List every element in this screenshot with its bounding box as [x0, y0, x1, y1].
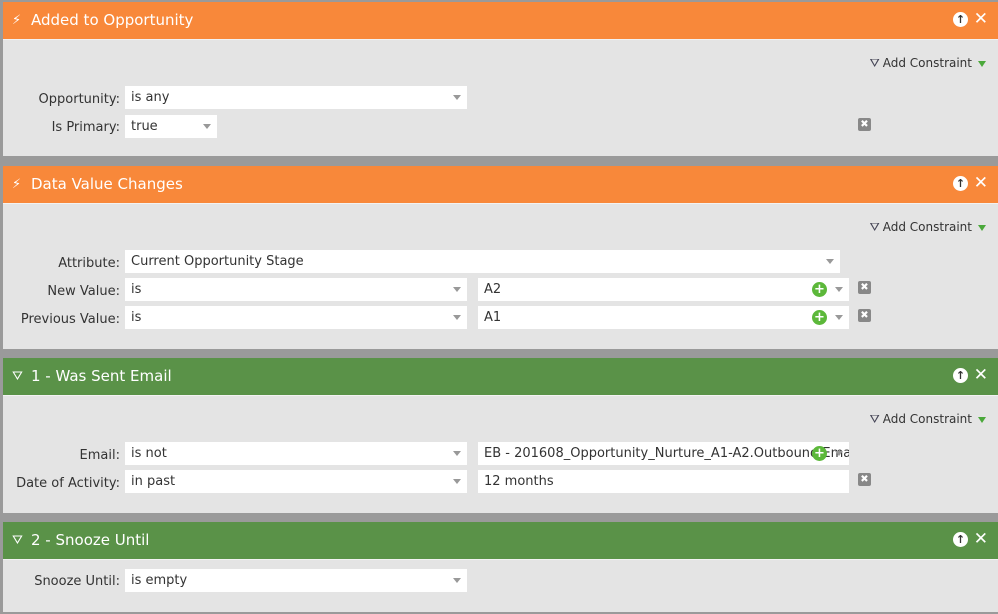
add-constraint-label: Add Constraint	[882, 220, 972, 234]
date-of-activity-select[interactable]: in past	[125, 470, 467, 493]
previous-value-input[interactable]: A1 +	[478, 306, 849, 329]
attribute-select[interactable]: Current Opportunity Stage	[125, 250, 840, 273]
remove-constraint-icon[interactable]: ✖	[858, 118, 871, 131]
add-constraint-button[interactable]: ⛛ Add Constraint	[870, 220, 986, 235]
panel-header: ⚡ Data Value Changes ↑ ✕	[3, 166, 998, 203]
filter-snooze-until: ⛛ 2 - Snooze Until ↑ ✕ Snooze Until: is …	[3, 522, 998, 614]
panel-title: 2 - Snooze Until	[31, 531, 150, 549]
field-label: New Value:	[47, 284, 120, 299]
lightning-bolt-icon: ⚡	[12, 13, 22, 28]
dropdown-arrow-icon	[978, 61, 986, 67]
funnel-icon: ⛛	[12, 533, 23, 548]
field-label: Date of Activity:	[16, 476, 120, 491]
field-label: Email:	[79, 448, 120, 463]
remove-constraint-icon[interactable]: ✖	[858, 281, 871, 294]
add-value-icon[interactable]: +	[812, 446, 827, 461]
panel-header: ⚡ Added to Opportunity ↑ ✕	[3, 2, 998, 39]
snooze-until-select[interactable]: is empty	[125, 569, 467, 592]
panel-body: ⛛ Add Constraint Opportunity: is any Is P…	[3, 39, 998, 156]
move-up-icon[interactable]: ↑	[953, 368, 968, 383]
funnel-icon: ⛛	[869, 220, 880, 234]
filter-was-sent-email: ⛛ 1 - Was Sent Email ↑ ✕ ⛛ Add Constraint…	[3, 358, 998, 513]
select-value: is any	[131, 90, 170, 105]
panel-header: ⛛ 2 - Snooze Until ↑ ✕	[3, 522, 998, 559]
field-label: Previous Value:	[20, 312, 120, 327]
add-value-icon[interactable]: +	[812, 282, 827, 297]
input-value: A1	[484, 310, 502, 325]
input-value: A2	[484, 282, 502, 297]
panel-body: ⛛ Add Constraint Attribute: Current Oppor…	[3, 203, 998, 349]
select-value: in past	[131, 474, 176, 489]
opportunity-select[interactable]: is any	[125, 86, 467, 109]
funnel-icon: ⛛	[869, 412, 880, 426]
move-up-icon[interactable]: ↑	[953, 532, 968, 547]
email-input[interactable]: EB - 201608_Opportunity_Nurture_A1-A2.Ou…	[478, 442, 849, 465]
dropdown-arrow-icon	[978, 225, 986, 231]
field-label: Attribute:	[58, 256, 120, 271]
trigger-added-to-opportunity: ⚡ Added to Opportunity ↑ ✕ ⛛ Add Constrai…	[3, 2, 998, 156]
panel-title: 1 - Was Sent Email	[31, 367, 172, 385]
date-of-activity-input[interactable]: 12 months	[478, 470, 849, 493]
close-icon[interactable]: ✕	[974, 9, 988, 29]
select-value: is	[131, 310, 142, 325]
add-constraint-button[interactable]: ⛛ Add Constraint	[870, 56, 986, 71]
funnel-icon: ⛛	[869, 56, 880, 70]
input-value: EB - 201608_Opportunity_Nurture_A1-A2.Ou…	[484, 446, 849, 461]
close-icon[interactable]: ✕	[974, 173, 988, 193]
new-value-input[interactable]: A2 +	[478, 278, 849, 301]
email-operator-select[interactable]: is not	[125, 442, 467, 465]
field-label: Is Primary:	[51, 120, 120, 135]
add-constraint-label: Add Constraint	[882, 56, 972, 70]
add-constraint-button[interactable]: ⛛ Add Constraint	[870, 412, 986, 427]
field-label: Snooze Until:	[34, 574, 120, 589]
select-value: is	[131, 282, 142, 297]
dropdown-arrow-icon	[978, 417, 986, 423]
field-label: Opportunity:	[38, 92, 120, 107]
panel-title: Added to Opportunity	[31, 11, 194, 29]
select-value: is not	[131, 446, 167, 461]
funnel-icon: ⛛	[12, 369, 23, 384]
lightning-bolt-icon: ⚡	[12, 177, 22, 192]
panel-body: Snooze Until: is empty	[3, 559, 998, 612]
move-up-icon[interactable]: ↑	[953, 176, 968, 191]
panel-header: ⛛ 1 - Was Sent Email ↑ ✕	[3, 358, 998, 395]
trigger-data-value-changes: ⚡ Data Value Changes ↑ ✕ ⛛ Add Constraint…	[3, 166, 998, 349]
remove-constraint-icon[interactable]: ✖	[858, 473, 871, 486]
add-value-icon[interactable]: +	[812, 310, 827, 325]
select-value: Current Opportunity Stage	[131, 254, 304, 269]
remove-constraint-icon[interactable]: ✖	[858, 309, 871, 322]
new-value-operator-select[interactable]: is	[125, 278, 467, 301]
add-constraint-label: Add Constraint	[882, 412, 972, 426]
close-icon[interactable]: ✕	[974, 365, 988, 385]
panel-title: Data Value Changes	[31, 175, 183, 193]
move-up-icon[interactable]: ↑	[953, 12, 968, 27]
panel-body: ⛛ Add Constraint Email: is not EB - 20160…	[3, 395, 998, 513]
close-icon[interactable]: ✕	[974, 529, 988, 549]
is-primary-select[interactable]: true	[125, 115, 217, 138]
input-value: 12 months	[484, 474, 554, 489]
select-value: is empty	[131, 573, 188, 588]
select-value: true	[131, 119, 158, 134]
previous-value-operator-select[interactable]: is	[125, 306, 467, 329]
